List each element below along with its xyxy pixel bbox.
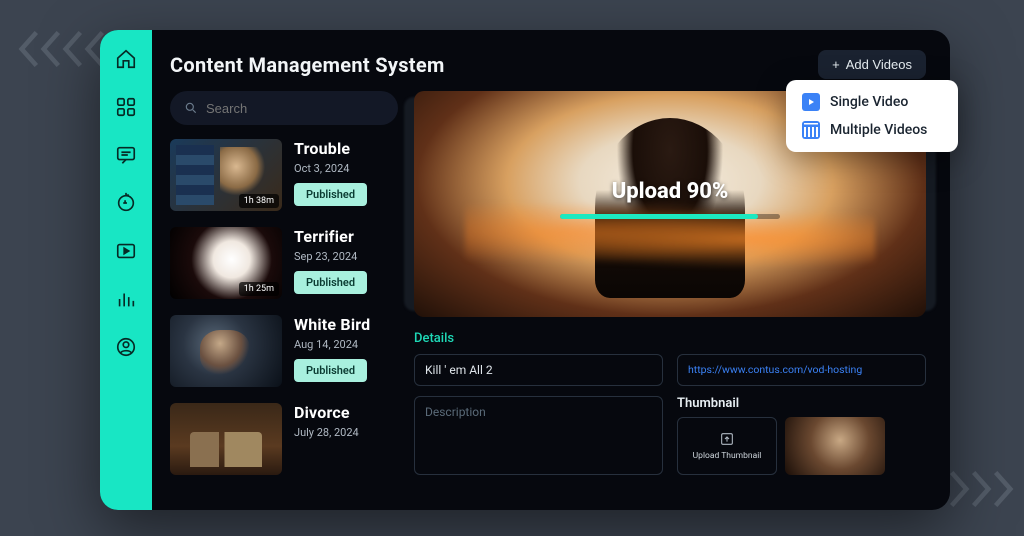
video-title: White Bird — [294, 315, 370, 334]
upload-thumbnail-button[interactable]: Upload Thumbnail — [677, 417, 777, 475]
list-item[interactable]: White Bird Aug 14, 2024 Published — [170, 315, 398, 387]
status-badge: Published — [294, 183, 367, 206]
thumbnail: 1h 38m — [170, 139, 282, 211]
video-list-panel: 1h 38m Trouble Oct 3, 2024 Published 1h … — [170, 91, 398, 496]
video-date: July 28, 2024 — [294, 426, 359, 439]
add-videos-menu: Single Video Multiple Videos — [786, 80, 958, 152]
duration-badge: 1h 38m — [239, 194, 279, 208]
video-date: Aug 14, 2024 — [294, 338, 370, 351]
upload-thumb-label: Upload Thumbnail — [693, 451, 762, 461]
main-panel: Content Management System + Add Videos S… — [152, 30, 950, 510]
multiple-videos-icon — [802, 121, 820, 139]
menu-multiple-videos[interactable]: Multiple Videos — [792, 116, 952, 144]
video-date: Sep 23, 2024 — [294, 250, 367, 263]
list-item[interactable]: 1h 25m Terrifier Sep 23, 2024 Published — [170, 227, 398, 299]
plus-icon: + — [832, 57, 840, 72]
search-box[interactable] — [170, 91, 398, 125]
profile-icon[interactable] — [115, 336, 137, 358]
thumbnail-preview[interactable] — [785, 417, 885, 475]
list-item[interactable]: Divorce July 28, 2024 — [170, 403, 398, 475]
thumbnail-section-label: Thumbnail — [677, 396, 926, 411]
video-title: Terrifier — [294, 227, 367, 246]
duration-badge: 1h 25m — [239, 282, 279, 296]
url-field[interactable]: https://www.contus.com/vod-hosting — [677, 354, 926, 386]
upload-progress-label: Upload 90% — [414, 179, 926, 204]
video-title: Divorce — [294, 403, 359, 422]
page-title: Content Management System — [170, 53, 445, 77]
single-video-label: Single Video — [830, 94, 908, 110]
description-field[interactable]: Description — [414, 396, 663, 475]
analytics-icon[interactable] — [115, 288, 137, 310]
comments-icon[interactable] — [115, 144, 137, 166]
multiple-videos-label: Multiple Videos — [830, 122, 927, 138]
home-icon[interactable] — [115, 48, 137, 70]
video-date: Oct 3, 2024 — [294, 162, 367, 175]
progress-bar-track — [560, 214, 780, 219]
video-list: 1h 38m Trouble Oct 3, 2024 Published 1h … — [170, 139, 398, 475]
list-item[interactable]: 1h 38m Trouble Oct 3, 2024 Published — [170, 139, 398, 211]
details-section-label: Details — [414, 331, 926, 346]
search-icon — [184, 101, 198, 115]
video-title: Trouble — [294, 139, 367, 158]
refresh-icon[interactable] — [115, 192, 137, 214]
add-videos-label: Add Videos — [846, 57, 912, 72]
upload-icon — [719, 431, 735, 447]
thumbnail: 1h 25m — [170, 227, 282, 299]
play-box-icon[interactable] — [115, 240, 137, 262]
bg-chevrons-left — [18, 30, 106, 68]
title-field[interactable]: Kill ' em All 2 — [414, 354, 663, 386]
menu-single-video[interactable]: Single Video — [792, 88, 952, 116]
app-window: Content Management System + Add Videos S… — [100, 30, 950, 510]
single-video-icon — [802, 93, 820, 111]
apps-icon[interactable] — [115, 96, 137, 118]
status-badge: Published — [294, 271, 367, 294]
thumbnail — [170, 315, 282, 387]
status-badge: Published — [294, 359, 367, 382]
add-videos-button[interactable]: + Add Videos — [818, 50, 926, 79]
search-input[interactable] — [206, 101, 384, 116]
thumbnail — [170, 403, 282, 475]
sidebar-nav — [100, 30, 152, 510]
progress-bar-fill — [560, 214, 758, 219]
